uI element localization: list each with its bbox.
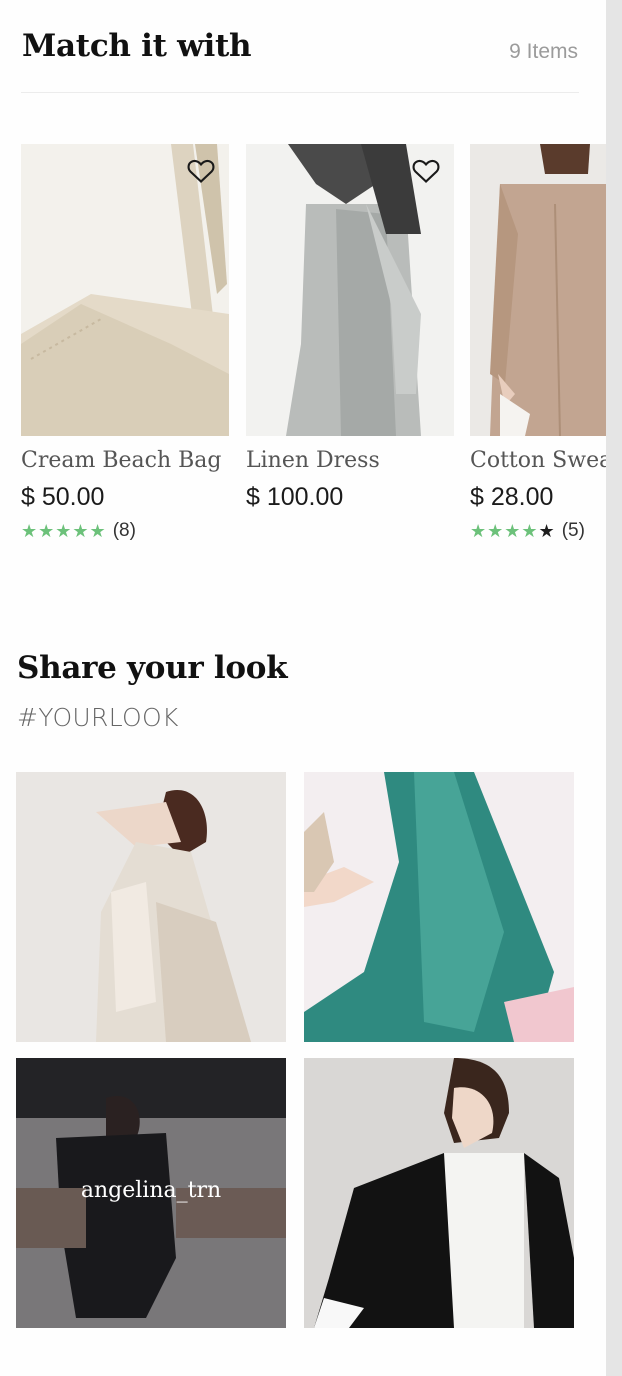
- product-image-sweater[interactable]: [470, 144, 606, 436]
- product-price: $ 50.00: [21, 483, 105, 511]
- product-image-bag[interactable]: [21, 144, 229, 436]
- share-section-title: Share your look: [17, 650, 288, 686]
- product-name[interactable]: Cream Beach Bag: [21, 448, 229, 473]
- product-card[interactable]: Cream Beach Bag $ 50.00 ★★★★★ (8): [21, 144, 229, 542]
- divider: [21, 92, 579, 93]
- look-tile[interactable]: [16, 772, 286, 1042]
- product-price: $ 100.00: [246, 483, 344, 511]
- product-rating: ★★★★★ (8): [21, 520, 229, 542]
- scrollbar[interactable]: [606, 0, 622, 1376]
- product-card[interactable]: Linen Dress $ 100.00: [246, 144, 454, 512]
- hashtag[interactable]: #YOURLOOK: [17, 703, 179, 732]
- match-section-title: Match it with: [22, 28, 252, 64]
- rating-count: (5): [561, 520, 585, 541]
- product-name[interactable]: Cotton Sweat: [470, 448, 606, 473]
- heart-icon[interactable]: [187, 158, 215, 184]
- heart-icon[interactable]: [412, 158, 440, 184]
- look-tile[interactable]: angelina_trn: [16, 1058, 286, 1328]
- product-rating: ★★★★★ (5): [470, 520, 606, 542]
- rating-count: (8): [112, 520, 136, 541]
- product-image-dress[interactable]: [246, 144, 454, 436]
- product-name[interactable]: Linen Dress: [246, 448, 454, 473]
- items-count[interactable]: 9 Items: [509, 40, 578, 64]
- look-tile[interactable]: [304, 772, 574, 1042]
- look-tile[interactable]: [304, 1058, 574, 1328]
- star-rating-icon: ★★★★★: [470, 520, 556, 541]
- product-price: $ 28.00: [470, 483, 554, 511]
- product-carousel[interactable]: Cream Beach Bag $ 50.00 ★★★★★ (8) Linen …: [0, 144, 606, 564]
- star-rating-icon: ★★★★★: [21, 520, 107, 541]
- product-card[interactable]: Cotton Sweat $ 28.00 ★★★★★ (5): [470, 144, 606, 542]
- tile-username[interactable]: angelina_trn: [16, 1178, 286, 1203]
